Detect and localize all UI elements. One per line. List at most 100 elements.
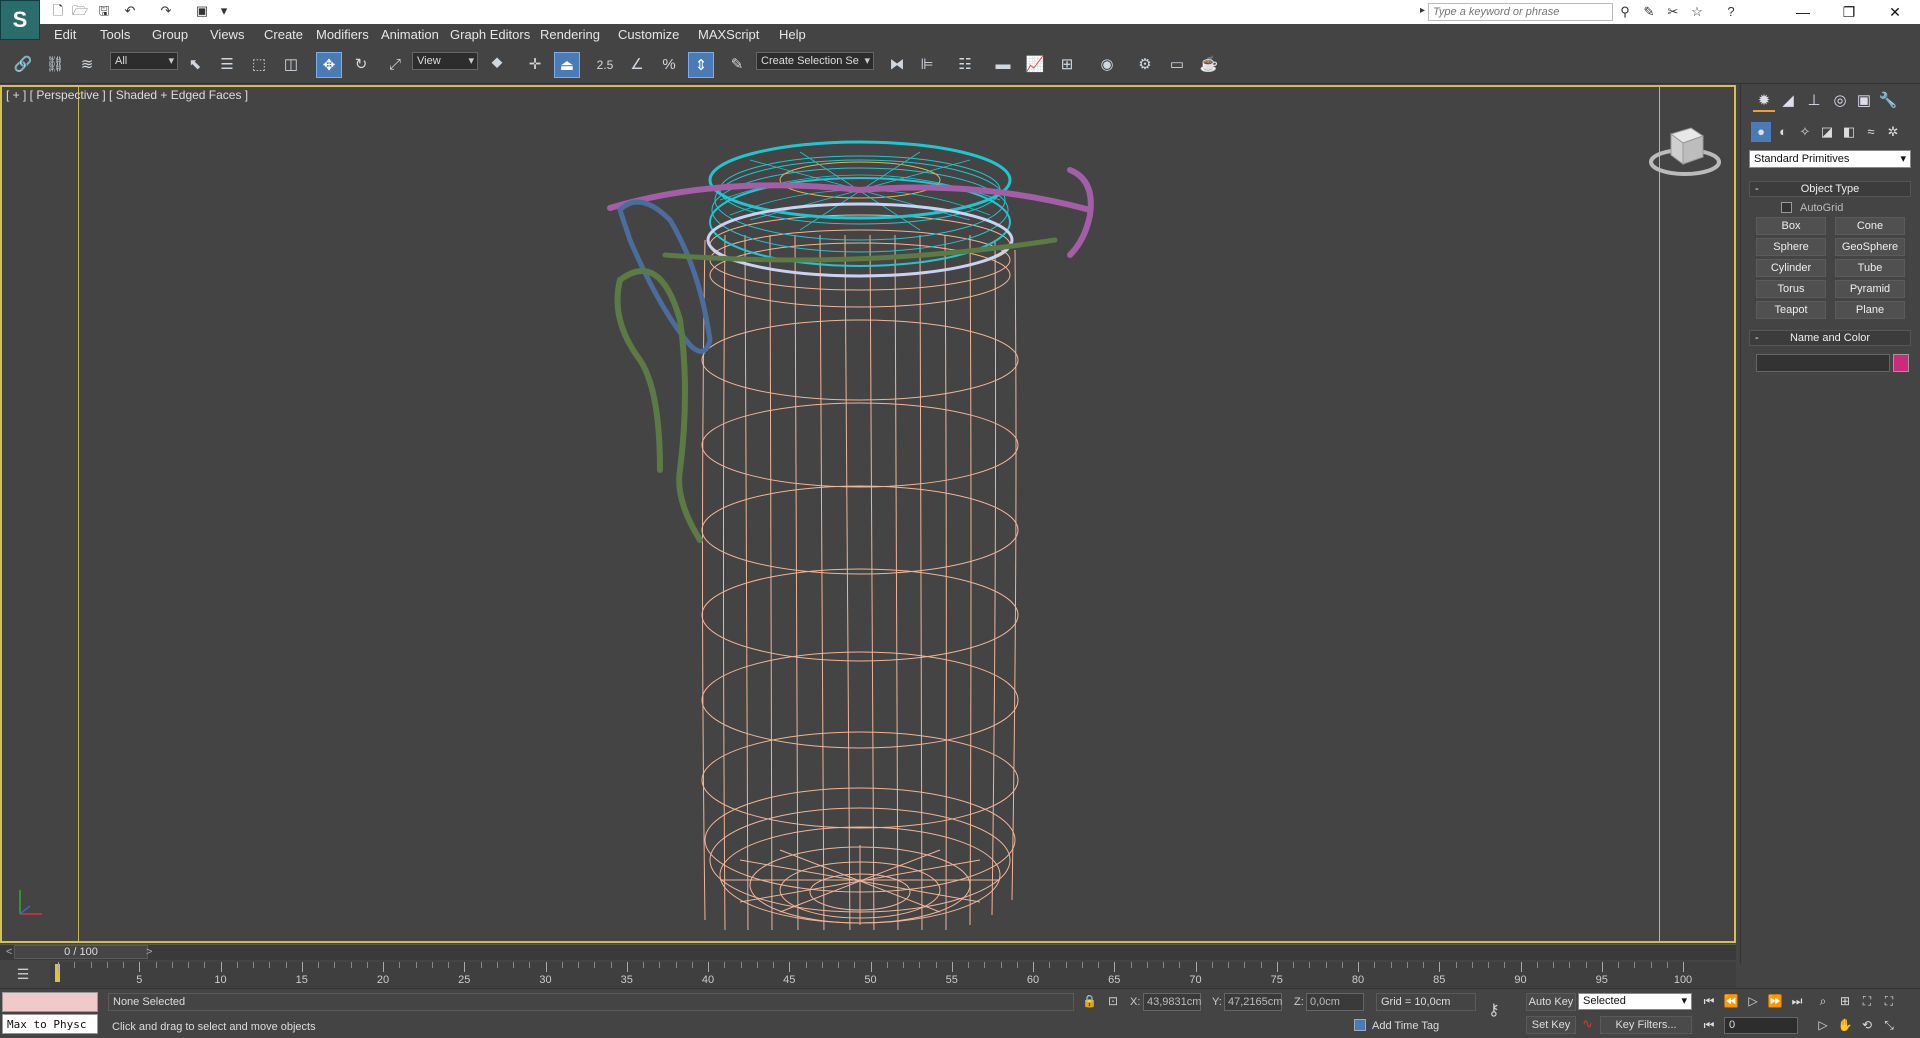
create-tab-icon[interactable]: ✹ — [1753, 90, 1775, 112]
pivot-center-icon[interactable]: ⯁ — [484, 52, 510, 78]
reference-coordinate-dropdown[interactable]: View — [412, 52, 478, 70]
menu-graph-editors[interactable]: Graph Editors — [450, 27, 530, 42]
go-to-end-icon[interactable]: ⏭ — [1788, 992, 1806, 1010]
graphite-modeling-icon[interactable]: ▬ — [990, 52, 1016, 78]
menu-edit[interactable]: Edit — [54, 27, 76, 42]
key-filters-button[interactable]: Key Filters... — [1600, 1016, 1692, 1034]
tube-button[interactable]: Tube — [1835, 259, 1905, 277]
orbit-icon[interactable]: ⟲ — [1858, 1016, 1876, 1034]
select-object-icon[interactable]: ⬉ — [182, 52, 208, 78]
key-mode-curve-icon[interactable]: ∿ — [1582, 1016, 1593, 1032]
display-tab-icon[interactable]: ▣ — [1853, 90, 1875, 112]
plane-button[interactable]: Plane — [1835, 301, 1905, 319]
maximize-viewport-icon[interactable]: ⤡ — [1880, 1016, 1898, 1034]
x-coordinate-field[interactable]: 43,9831cm — [1143, 993, 1201, 1011]
box-button[interactable]: Box — [1756, 217, 1826, 235]
hierarchy-tab-icon[interactable]: ⊥ — [1803, 90, 1825, 112]
current-frame-field[interactable]: 0 — [1724, 1017, 1798, 1034]
customize-toolbar-icon[interactable]: ▾ — [216, 3, 232, 19]
menu-group[interactable]: Group — [152, 27, 188, 42]
cylinder-button[interactable]: Cylinder — [1756, 259, 1826, 277]
next-frame-icon[interactable]: ⏩ — [1766, 992, 1784, 1010]
cone-button[interactable]: Cone — [1835, 217, 1905, 235]
absolute-mode-icon[interactable]: ⊡ — [1108, 994, 1118, 1008]
teapot-button[interactable]: Teapot — [1756, 301, 1826, 319]
y-coordinate-field[interactable]: 47,2165cm — [1224, 993, 1282, 1011]
zoom-extents-icon[interactable]: ⛶ — [1858, 992, 1876, 1010]
viewport-label[interactable]: [ + ] [ Perspective ] [ Shaded + Edged F… — [6, 88, 248, 102]
field-of-view-icon[interactable]: ▷ — [1814, 1016, 1832, 1034]
menu-maxscript[interactable]: MAXScript — [698, 27, 759, 42]
restore-button[interactable]: ❐ — [1826, 0, 1872, 24]
time-slider-next-arrow[interactable]: > — [146, 946, 152, 958]
name-and-color-rollout[interactable]: - Name and Color — [1749, 330, 1911, 346]
select-and-scale-icon[interactable]: ⤢ — [382, 52, 408, 78]
unlink-icon[interactable]: ⛓ — [42, 52, 68, 78]
cameras-subtab-icon[interactable]: ◪ — [1817, 122, 1837, 142]
percent-snap-icon[interactable]: % — [656, 52, 682, 78]
jar-wireframe-model[interactable] — [600, 90, 1120, 940]
spinner-snap-icon[interactable]: ⇕ — [688, 52, 714, 78]
select-and-link-icon[interactable]: 🔗 — [10, 52, 36, 78]
window-crossing-icon[interactable]: ◫ — [278, 52, 304, 78]
favorites-star-icon[interactable]: ☆ — [1688, 3, 1706, 21]
render-teapot-icon[interactable]: ☕ — [1196, 52, 1222, 78]
key-mode-toggle-icon[interactable]: ⏮ — [1700, 1016, 1718, 1034]
layer-manager-icon[interactable]: ☷ — [952, 52, 978, 78]
maxscript-listener-input[interactable]: Max to Physc — [2, 1014, 98, 1034]
redo-icon[interactable]: ↷ — [158, 3, 174, 19]
select-and-move-icon[interactable]: ✥ — [316, 52, 342, 78]
select-by-name-icon[interactable]: ☰ — [214, 52, 240, 78]
go-to-start-icon[interactable]: ⏮ — [1700, 992, 1718, 1010]
search-expand-icon[interactable]: ▸ — [1420, 5, 1425, 16]
torus-button[interactable]: Torus — [1756, 280, 1826, 298]
mirror-icon[interactable]: ⧓ — [884, 52, 910, 78]
menu-create[interactable]: Create — [264, 27, 303, 42]
geometry-subtab-icon[interactable]: ● — [1751, 122, 1771, 142]
auto-key-button[interactable]: Auto Key — [1526, 993, 1576, 1011]
object-name-field[interactable] — [1756, 354, 1890, 372]
app-logo-button[interactable]: S — [0, 0, 40, 40]
project-folder-icon[interactable]: ▣ — [194, 3, 210, 19]
menu-rendering[interactable]: Rendering — [540, 27, 600, 42]
menu-modifiers[interactable]: Modifiers — [316, 27, 369, 42]
modify-tab-icon[interactable]: ◢ — [1777, 90, 1799, 112]
angle-snap-icon[interactable]: ∠ — [624, 52, 650, 78]
subscription-icon[interactable]: ✎ — [1640, 3, 1658, 21]
select-and-rotate-icon[interactable]: ↻ — [348, 52, 374, 78]
z-coordinate-field[interactable]: 0,0cm — [1306, 993, 1364, 1011]
sphere-button[interactable]: Sphere — [1756, 238, 1826, 256]
schematic-view-icon[interactable]: ⊞ — [1054, 52, 1080, 78]
default-in-out-tangent-key-icon[interactable]: ⚷ — [1488, 1000, 1500, 1020]
autogrid-checkbox[interactable]: AutoGrid — [1781, 202, 1843, 214]
close-button[interactable]: ✕ — [1872, 0, 1918, 24]
selection-filter-dropdown[interactable]: All — [110, 52, 178, 70]
new-file-icon[interactable]: 🗋 — [50, 3, 66, 19]
previous-frame-icon[interactable]: ⏪ — [1722, 992, 1740, 1010]
named-selection-sets-dropdown[interactable]: Create Selection Se — [756, 52, 874, 70]
viewcube-widget[interactable] — [1645, 118, 1725, 178]
track-bar[interactable]: 5 10 15 20 25 30 35 40 45 50 55 60 65 70 75 80 85 90 95 100 — [50, 962, 1736, 988]
snaps-toggle-icon[interactable]: 2.5 — [592, 52, 618, 78]
set-key-button[interactable]: Set Key — [1526, 1016, 1576, 1034]
menu-animation[interactable]: Animation — [381, 27, 439, 42]
zoom-icon[interactable]: ⌕ — [1814, 992, 1832, 1010]
pan-hand-icon[interactable]: ✋ — [1836, 1016, 1854, 1034]
time-slider[interactable] — [0, 944, 1736, 960]
motion-tab-icon[interactable]: ◎ — [1829, 90, 1851, 112]
curve-editor-icon[interactable]: 📈 — [1022, 52, 1048, 78]
help-icon[interactable]: ? — [1722, 3, 1740, 21]
zoom-all-icon[interactable]: ⊞ — [1836, 992, 1854, 1010]
geosphere-button[interactable]: GeoSphere — [1835, 238, 1905, 256]
render-setup-icon[interactable]: ⚙ — [1132, 52, 1158, 78]
edit-named-selection-icon[interactable]: ✎ — [724, 52, 750, 78]
lights-subtab-icon[interactable]: ✧ — [1795, 122, 1815, 142]
systems-subtab-icon[interactable]: ✲ — [1883, 122, 1903, 142]
zoom-extents-all-icon[interactable]: ⛶ — [1880, 992, 1898, 1010]
category-dropdown[interactable]: Standard Primitives — [1749, 150, 1911, 168]
bind-space-warp-icon[interactable]: ≋ — [74, 52, 100, 78]
undo-icon[interactable]: ↶ — [122, 3, 138, 19]
menu-tools[interactable]: Tools — [100, 27, 130, 42]
object-type-rollout[interactable]: - Object Type — [1749, 181, 1911, 197]
shapes-subtab-icon[interactable]: ◐ — [1773, 122, 1793, 142]
